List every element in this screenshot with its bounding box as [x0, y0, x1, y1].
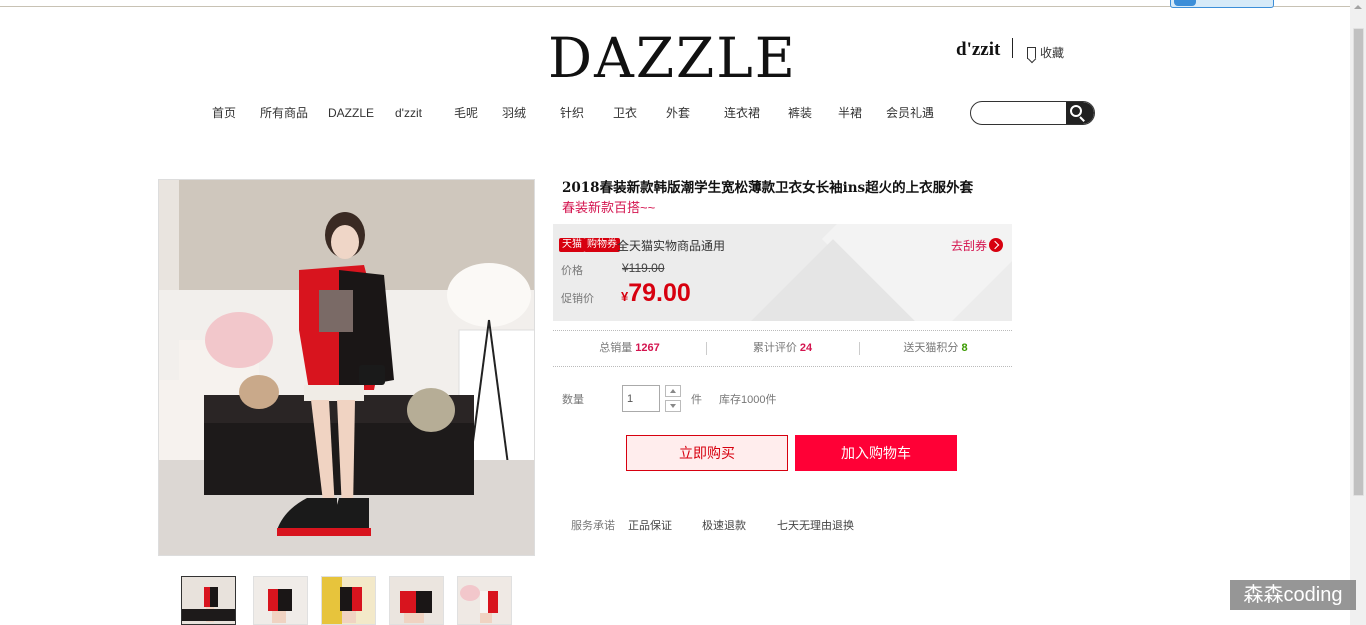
browser-extension-badge[interactable] [1170, 0, 1274, 8]
thumbnail-image [458, 577, 511, 624]
scrollbar-thumb[interactable] [1353, 28, 1364, 496]
product-thumbnail[interactable] [321, 576, 376, 625]
promo-price: ¥79.00 [621, 279, 691, 308]
add-to-cart-button[interactable]: 加入购物车 [795, 435, 957, 471]
thumbnail-image [322, 577, 375, 624]
top-divider [0, 6, 1350, 7]
quantity-unit: 件 [691, 394, 702, 406]
divider [553, 330, 1012, 331]
stat-points: 送天猫积分 8 [859, 336, 1012, 360]
stat-label: 送天猫积分 [903, 342, 959, 354]
chevron-right-icon[interactable] [989, 238, 1003, 252]
search-input[interactable] [971, 102, 1066, 123]
buy-now-button[interactable]: 立即购买 [626, 435, 788, 471]
stat-label: 总销量 [599, 342, 633, 354]
nav-item-dress[interactable]: 连衣裙 [724, 106, 760, 120]
nav-item-pants[interactable]: 裤装 [788, 106, 812, 120]
nav-item-coat[interactable]: 外套 [666, 106, 690, 120]
promo-price-value: 79.00 [628, 279, 691, 307]
search-icon-handle [1079, 116, 1085, 122]
tmall-badge: 天猫 [559, 238, 585, 252]
product-thumbnail[interactable] [457, 576, 512, 625]
favorite-button[interactable]: 收藏 [1027, 44, 1064, 61]
thumbnail-image [390, 577, 443, 624]
header-divider [1012, 38, 1013, 58]
nav-item-dazzle[interactable]: DAZZLE [328, 106, 374, 120]
quantity-input[interactable]: 1 [622, 385, 660, 412]
promo-price-label: 促销价 [561, 293, 594, 305]
search-button[interactable] [1066, 102, 1094, 124]
thumbnail-image [254, 577, 307, 624]
thumbnail-image [182, 577, 235, 624]
product-photo [159, 180, 534, 555]
nav-item-hoodie[interactable]: 卫衣 [613, 106, 637, 120]
product-thumbnail[interactable] [389, 576, 444, 625]
get-coupon-link[interactable]: 去刮券 [951, 237, 987, 254]
stat-label: 累计评价 [752, 342, 797, 354]
quantity-decrease-button[interactable] [665, 400, 681, 412]
scroll-up-icon[interactable] [1354, 5, 1362, 9]
site-logo[interactable]: DAZZLE [548, 29, 797, 87]
extension-icon [1174, 0, 1196, 6]
product-thumbnail[interactable] [253, 576, 308, 625]
quantity-label: 数量 [562, 394, 584, 406]
product-subtitle: 春装新款百搭~~ [562, 200, 656, 215]
stat-value: 24 [799, 342, 813, 354]
divider [553, 366, 1012, 367]
product-thumbnail[interactable] [181, 576, 236, 625]
favorite-label: 收藏 [1040, 46, 1065, 60]
service-fast-refund[interactable]: 极速退款 [702, 517, 746, 533]
service-label: 服务承诺 [571, 520, 615, 532]
coupon-badge: 购物券 [584, 238, 620, 252]
quantity-increase-button[interactable] [665, 385, 681, 397]
dzzit-brand-link[interactable]: d'zzit [956, 39, 1000, 61]
original-price: ¥119.00 [622, 261, 665, 275]
service-authentic[interactable]: 正品保证 [628, 517, 672, 533]
nav-item-wool[interactable]: 毛呢 [454, 106, 478, 120]
product-title: 2018春装新款韩版潮学生宽松薄款卫衣女长袖ins超火的上衣服外套 [562, 180, 974, 196]
watermark: 森森coding [1230, 580, 1356, 610]
vertical-scrollbar[interactable] [1350, 0, 1366, 625]
stat-value: 1267 [635, 342, 660, 354]
service-seven-day-return[interactable]: 七天无理由退换 [777, 517, 854, 533]
stat-value: 8 [961, 342, 968, 354]
coupon-description: 全天猫实物商品通用 [617, 239, 726, 253]
product-stats: 总销量 1267 累计评价 24 送天猫积分 8 [553, 336, 1012, 360]
price-panel: 天猫 购物券 全天猫实物商品通用 去刮券 价格 ¥119.00 促销价 ¥79.… [553, 224, 1012, 321]
stat-sales: 总销量 1267 [553, 336, 706, 360]
nav-item-dzzit[interactable]: d'zzit [395, 106, 422, 120]
stock-info: 库存1000件 [719, 394, 777, 406]
nav-item-down[interactable]: 羽绒 [502, 106, 526, 120]
nav-item-knit[interactable]: 针织 [560, 106, 584, 120]
nav-item-skirt[interactable]: 半裙 [838, 106, 862, 120]
nav-item-home[interactable]: 首页 [212, 106, 236, 120]
nav-item-all-products[interactable]: 所有商品 [260, 106, 308, 120]
price-label: 价格 [561, 265, 583, 277]
search-box[interactable] [970, 101, 1095, 125]
bookmark-icon [1027, 46, 1036, 59]
product-main-image[interactable] [158, 179, 535, 556]
nav-item-member[interactable]: 会员礼遇 [886, 106, 934, 120]
stat-reviews[interactable]: 累计评价 24 [706, 336, 859, 360]
